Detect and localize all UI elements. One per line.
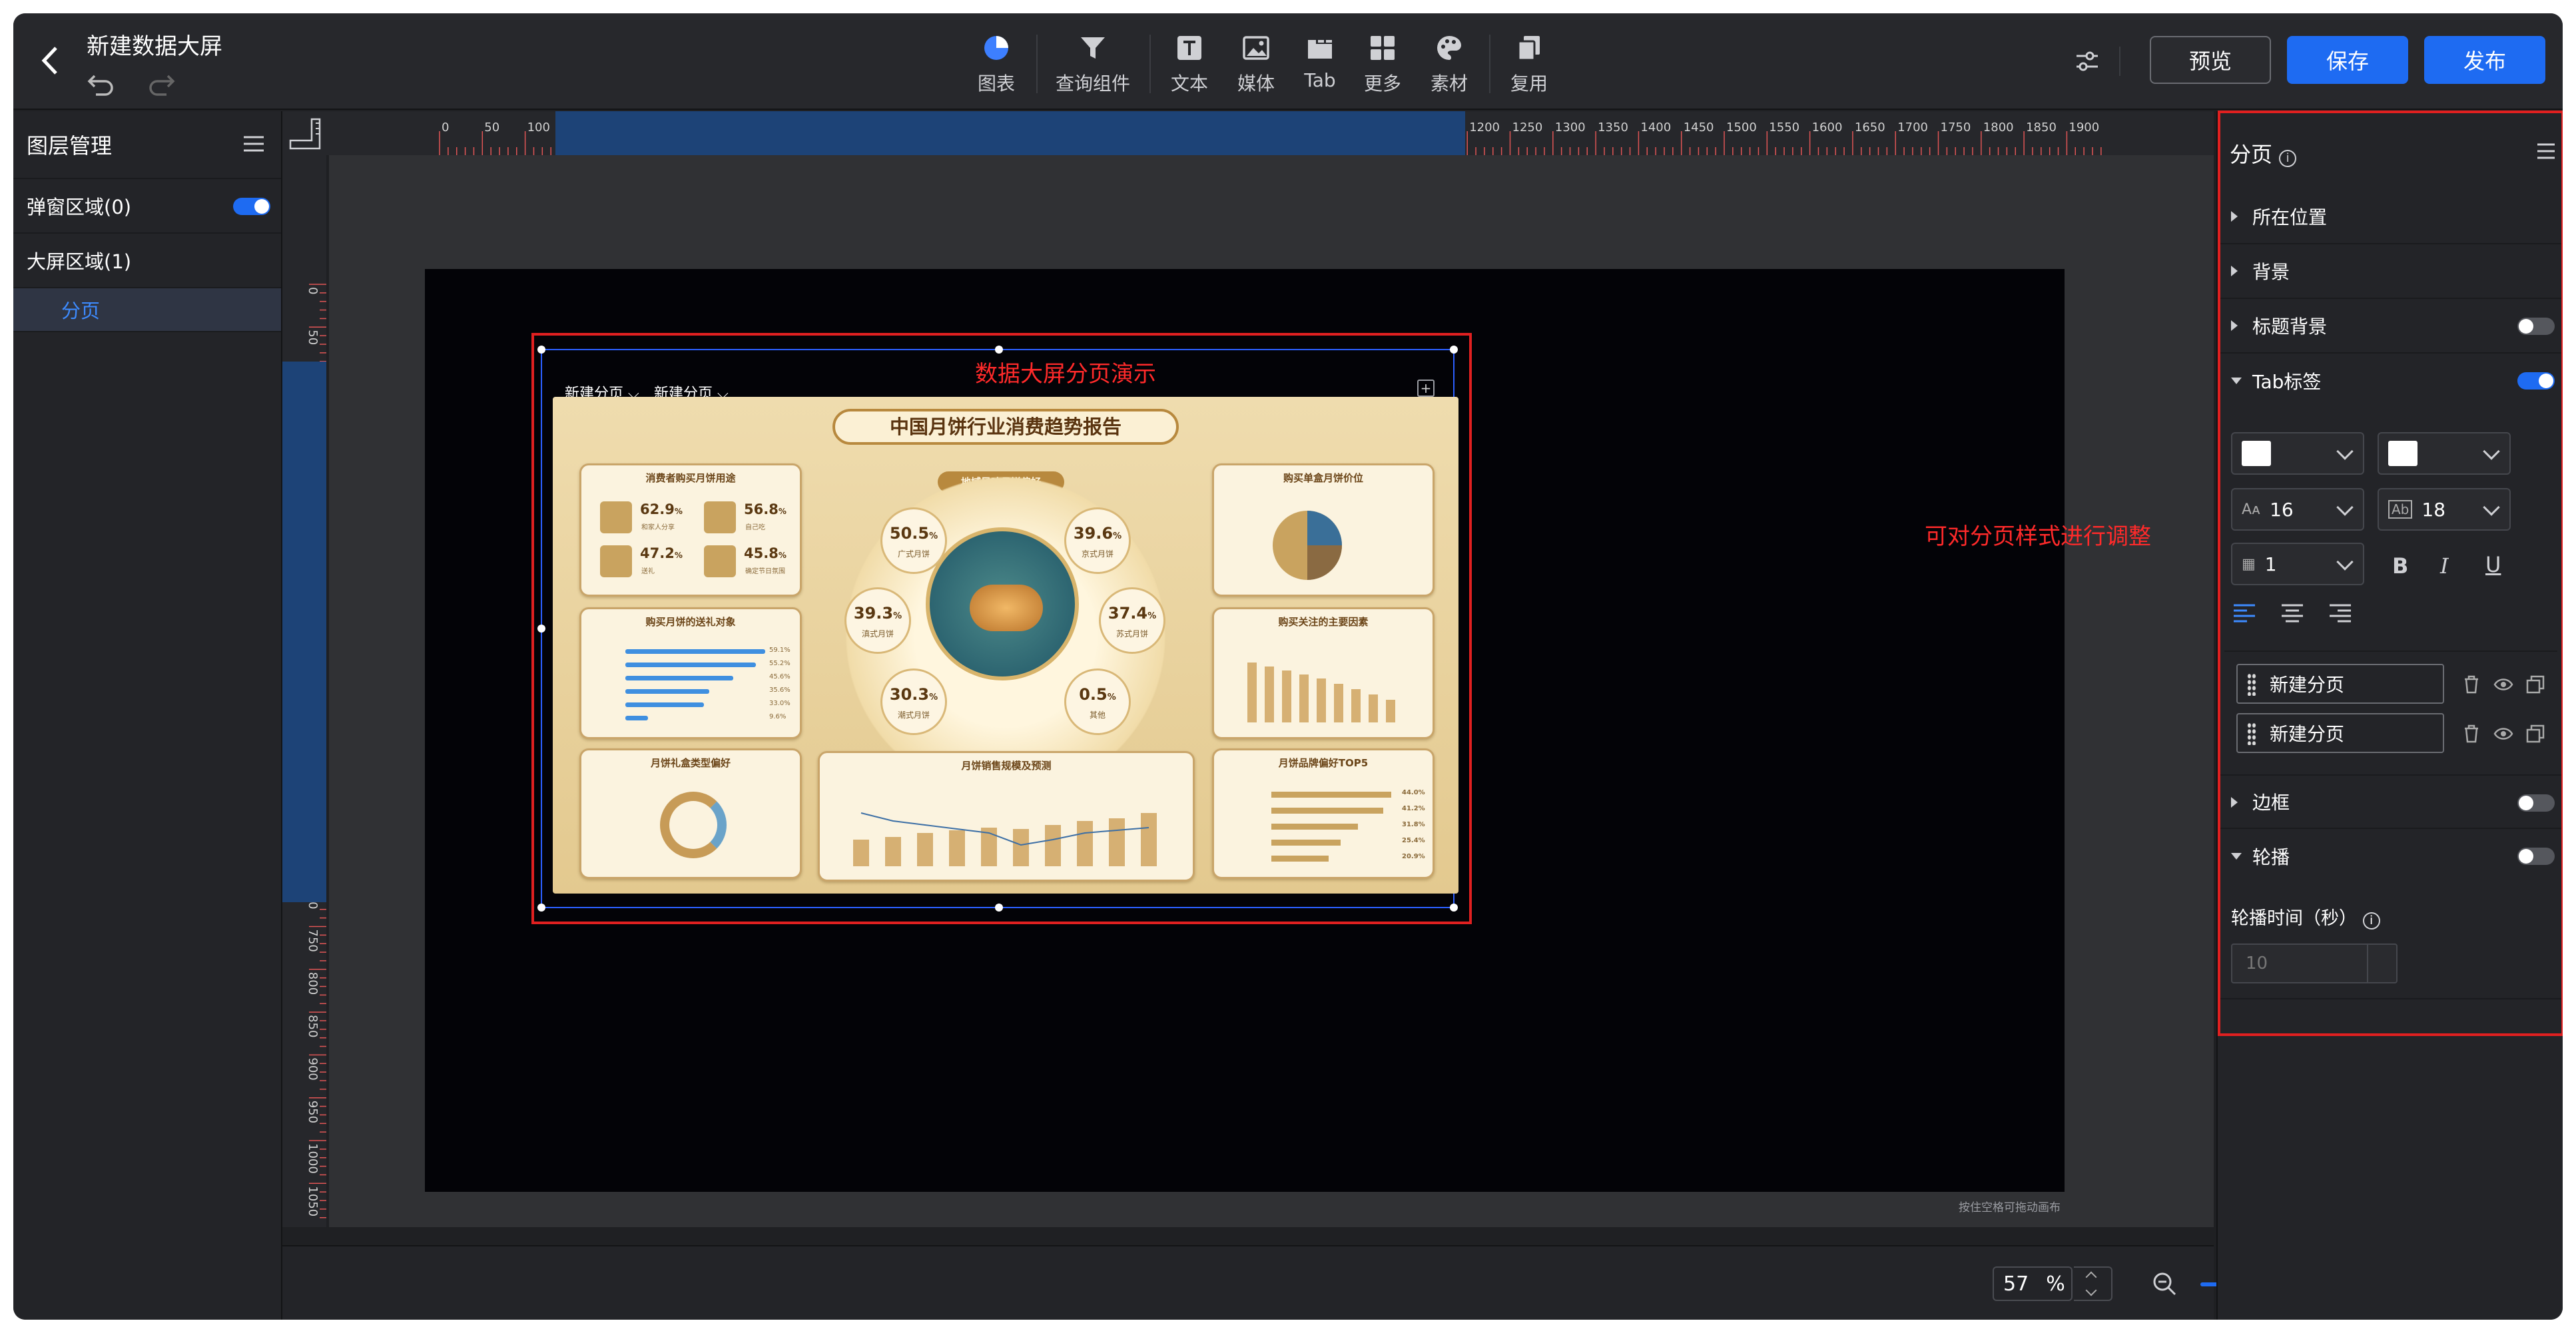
screen-area-row[interactable]: 大屏区域(1) [13,234,281,288]
toolbar-media-button[interactable]: 媒体 [1229,25,1283,103]
popup-area-row[interactable]: 弹窗区域(0) [13,179,281,234]
ruler-corner [282,111,329,155]
annotation-box-widget [531,333,1472,924]
app-window: 新建数据大屏 图表 查询组件 文本 媒体 Tab 更多 素材 复用 预览 保存 … [13,13,2563,1320]
ruler-label: 1600 [1812,121,1843,134]
ruler-label: 750 [306,930,320,952]
annotation-box-panel [2218,111,2563,1036]
ruler-label: 1650 [1855,121,1885,134]
toolbar-chart-button[interactable]: 图表 [970,25,1023,103]
ruler-label: 50 [484,121,499,134]
drag-hint: 按住空格可拖动画布 [1959,1201,2061,1214]
preview-button[interactable]: 预览 [2150,36,2271,84]
toolbar-divider [1149,35,1151,93]
settings-sliders-icon[interactable] [2074,48,2100,75]
toolbar-divider [1036,35,1038,93]
ruler-label: 0 [442,121,449,134]
ruler-label: 1800 [1983,121,2014,134]
ruler-label: 1500 [1726,121,1757,134]
publish-button[interactable]: 发布 [2424,36,2545,84]
ruler-label: 1750 [1941,121,1971,134]
ruler-label: 1200 [1469,121,1500,134]
toolbar-more-button[interactable]: 更多 [1356,25,1409,103]
ruler-label: 1050 [306,1186,320,1216]
layer-panel: 图层管理 弹窗区域(0) 大屏区域(1) 分页 [13,111,282,1320]
ruler-label: 850 [306,1015,320,1037]
vertical-ruler: 0501001502002503003504004505005506006507… [282,155,326,1227]
ruler-label: 1000 [306,1143,320,1174]
ruler-label: 950 [306,1101,320,1123]
filter-icon [1081,37,1105,59]
toolbar-tab-button[interactable]: Tab [1293,25,1347,103]
ruler-label: 1550 [1769,121,1799,134]
ruler-label: 1700 [1897,121,1928,134]
ruler-label: 50 [306,330,320,345]
ruler-label: 1450 [1684,121,1714,134]
horizontal-ruler: 0501001502002503003504004505005506006507… [329,111,2214,155]
ruler-label: 1400 [1640,121,1671,134]
toolbar-reuse-button[interactable]: 复用 [1502,25,1556,103]
top-toolbar: 新建数据大屏 图表 查询组件 文本 媒体 Tab 更多 素材 复用 预览 保存 … [13,13,2563,110]
grid-icon [1371,36,1395,60]
text-icon [1177,36,1201,60]
toolbar-material-button[interactable]: 素材 [1423,25,1476,103]
ruler-label: 1900 [2069,121,2099,134]
ruler-label: 900 [306,1057,320,1080]
ruler-label: 1250 [1512,121,1543,134]
menu-icon[interactable] [242,134,265,154]
annotation-widget-label: 数据大屏分页演示 [975,361,1156,388]
annotation-panel-label: 可对分页样式进行调整 [1925,523,2151,550]
ruler-label: 0 [306,287,320,294]
ruler-highlight [282,362,326,902]
back-icon[interactable] [37,44,64,77]
undo-icon[interactable] [87,69,116,99]
toolbar-query-button[interactable]: 查询组件 [1050,25,1136,103]
layer-panel-header: 图层管理 [13,111,281,179]
toolbar-divider [1489,35,1490,93]
zoom-bar: 57% [282,1245,2459,1320]
toolbar-divider [2119,47,2120,76]
toolbar-text-button[interactable]: 文本 [1163,25,1216,103]
ruler-label: 800 [306,972,320,995]
zoom-out-icon[interactable] [2151,1270,2178,1297]
ruler-label: 1300 [1555,121,1586,134]
redo-icon[interactable] [147,69,176,99]
save-button[interactable]: 保存 [2287,36,2408,84]
zoom-stepper[interactable] [2074,1266,2112,1301]
ruler-label: 100 [527,121,550,134]
ruler-corner-icon [289,118,321,150]
pie-chart-icon [984,36,1008,60]
palette-icon [1437,36,1461,60]
popup-area-toggle[interactable] [233,198,270,215]
ruler-highlight [555,111,1465,155]
page-title: 新建数据大屏 [87,33,222,60]
layer-item-page[interactable]: 分页 [13,288,281,332]
tab-icon [1308,40,1332,59]
image-icon [1243,36,1269,60]
ruler-label: 1350 [1598,121,1628,134]
ruler-label: 1850 [2026,121,2057,134]
zoom-input[interactable]: 57% [1993,1266,2073,1301]
copy-icon [1517,36,1540,61]
